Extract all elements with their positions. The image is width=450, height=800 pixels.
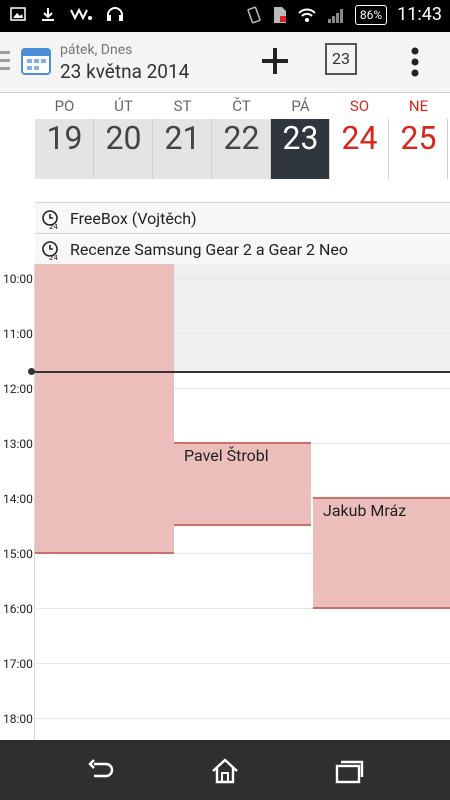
day-of-week-label: ÚT <box>114 97 133 115</box>
day-column-header[interactable]: NE 25 <box>389 97 448 180</box>
hour-label: 16:00 <box>3 602 33 616</box>
event-title: Jakub Mráz <box>323 501 407 520</box>
day-of-week-label: ČT <box>232 97 251 115</box>
week-strip: PO 19 ÚT 20 ST 21 ČT 22 PÁ 23 SO 24 NE 2… <box>35 97 450 180</box>
recent-apps-icon[interactable] <box>334 756 364 786</box>
calendar-event[interactable] <box>35 264 174 554</box>
day-number: 25 <box>400 119 437 157</box>
calendar-event[interactable]: Pavel Štrobl <box>174 442 311 526</box>
all-day-event[interactable]: 24 FreeBox (Vojtěch) <box>35 202 450 234</box>
day-column-header[interactable]: PO 19 <box>35 97 94 180</box>
walkman-icon <box>70 7 92 21</box>
hour-label: 11:00 <box>3 327 33 341</box>
current-time-dot <box>28 368 35 375</box>
day-number: 19 <box>46 119 83 157</box>
day-number: 22 <box>223 119 260 157</box>
all-day-clock-icon: 24 <box>42 210 58 229</box>
calendar-app-icon[interactable] <box>20 44 52 76</box>
day-number: 23 <box>282 119 319 157</box>
signal-icon <box>327 8 343 23</box>
header-date-title[interactable]: 23 května 2014 <box>60 60 189 83</box>
overflow-menu-icon[interactable] <box>404 46 426 78</box>
back-icon[interactable] <box>86 756 116 786</box>
day-of-week-label: NE <box>408 97 429 115</box>
day-column-header[interactable]: SO 24 <box>330 97 389 180</box>
hour-label: 12:00 <box>3 382 33 396</box>
hour-label: 18:00 <box>3 712 33 726</box>
hour-label: 15:00 <box>3 547 33 561</box>
day-column-header[interactable]: ČT 22 <box>212 97 271 180</box>
all-day-event-title: FreeBox (Vojtěch) <box>70 209 197 228</box>
hour-label: 17:00 <box>3 657 33 671</box>
status-bar: 86% 11:43 <box>0 0 450 32</box>
day-column-header[interactable]: ÚT 20 <box>94 97 153 180</box>
day-number: 21 <box>164 119 201 157</box>
day-column-header-today[interactable]: PÁ 23 <box>271 97 330 180</box>
system-nav-bar <box>0 740 450 800</box>
battery-indicator: 86% <box>354 4 388 25</box>
all-day-event-title: Recenze Samsung Gear 2 a Gear 2 Neo <box>70 240 348 259</box>
status-notifications <box>10 6 124 22</box>
status-time: 11:43 <box>397 4 442 25</box>
day-of-week-label: PO <box>54 97 75 115</box>
headphones-icon <box>107 7 123 21</box>
hour-label: 14:00 <box>3 492 33 506</box>
day-column-header[interactable]: ST 21 <box>153 97 212 180</box>
drawer-indicator-icon[interactable] <box>0 51 12 73</box>
calendar-event[interactable]: Jakub Mráz <box>313 497 450 609</box>
download-icon <box>42 8 54 21</box>
wifi-icon <box>298 8 316 22</box>
all-day-clock-icon: 24 <box>42 241 58 260</box>
hour-label: 13:00 <box>3 437 33 451</box>
vibrate-icon <box>247 6 261 23</box>
home-icon[interactable] <box>210 756 240 786</box>
status-system: 86% 11:43 <box>245 4 442 25</box>
hour-label: 10:00 <box>3 272 33 286</box>
svg-text:24: 24 <box>49 254 58 260</box>
day-of-week-label: ST <box>173 97 192 115</box>
header-subtitle: pátek, Dnes <box>60 42 133 58</box>
day-number: 24 <box>341 119 378 157</box>
day-of-week-label: SO <box>349 97 370 115</box>
current-time-line <box>32 371 450 373</box>
day-number: 20 <box>105 119 142 157</box>
sim-icon <box>273 6 286 23</box>
app-header: pátek, Dnes 23 května 2014 23 <box>0 32 450 93</box>
all-day-event[interactable]: 24 Recenze Samsung Gear 2 a Gear 2 Neo <box>35 233 450 265</box>
go-to-today-button[interactable]: 23 <box>325 43 357 75</box>
svg-text:24: 24 <box>49 223 58 229</box>
day-of-week-label: PÁ <box>291 97 310 115</box>
event-title: Pavel Štrobl <box>184 446 269 465</box>
time-grid[interactable]: 10:00 11:00 12:00 13:00 14:00 15:00 16:0… <box>0 264 450 740</box>
gallery-icon <box>10 7 26 21</box>
add-event-button[interactable] <box>258 44 292 78</box>
